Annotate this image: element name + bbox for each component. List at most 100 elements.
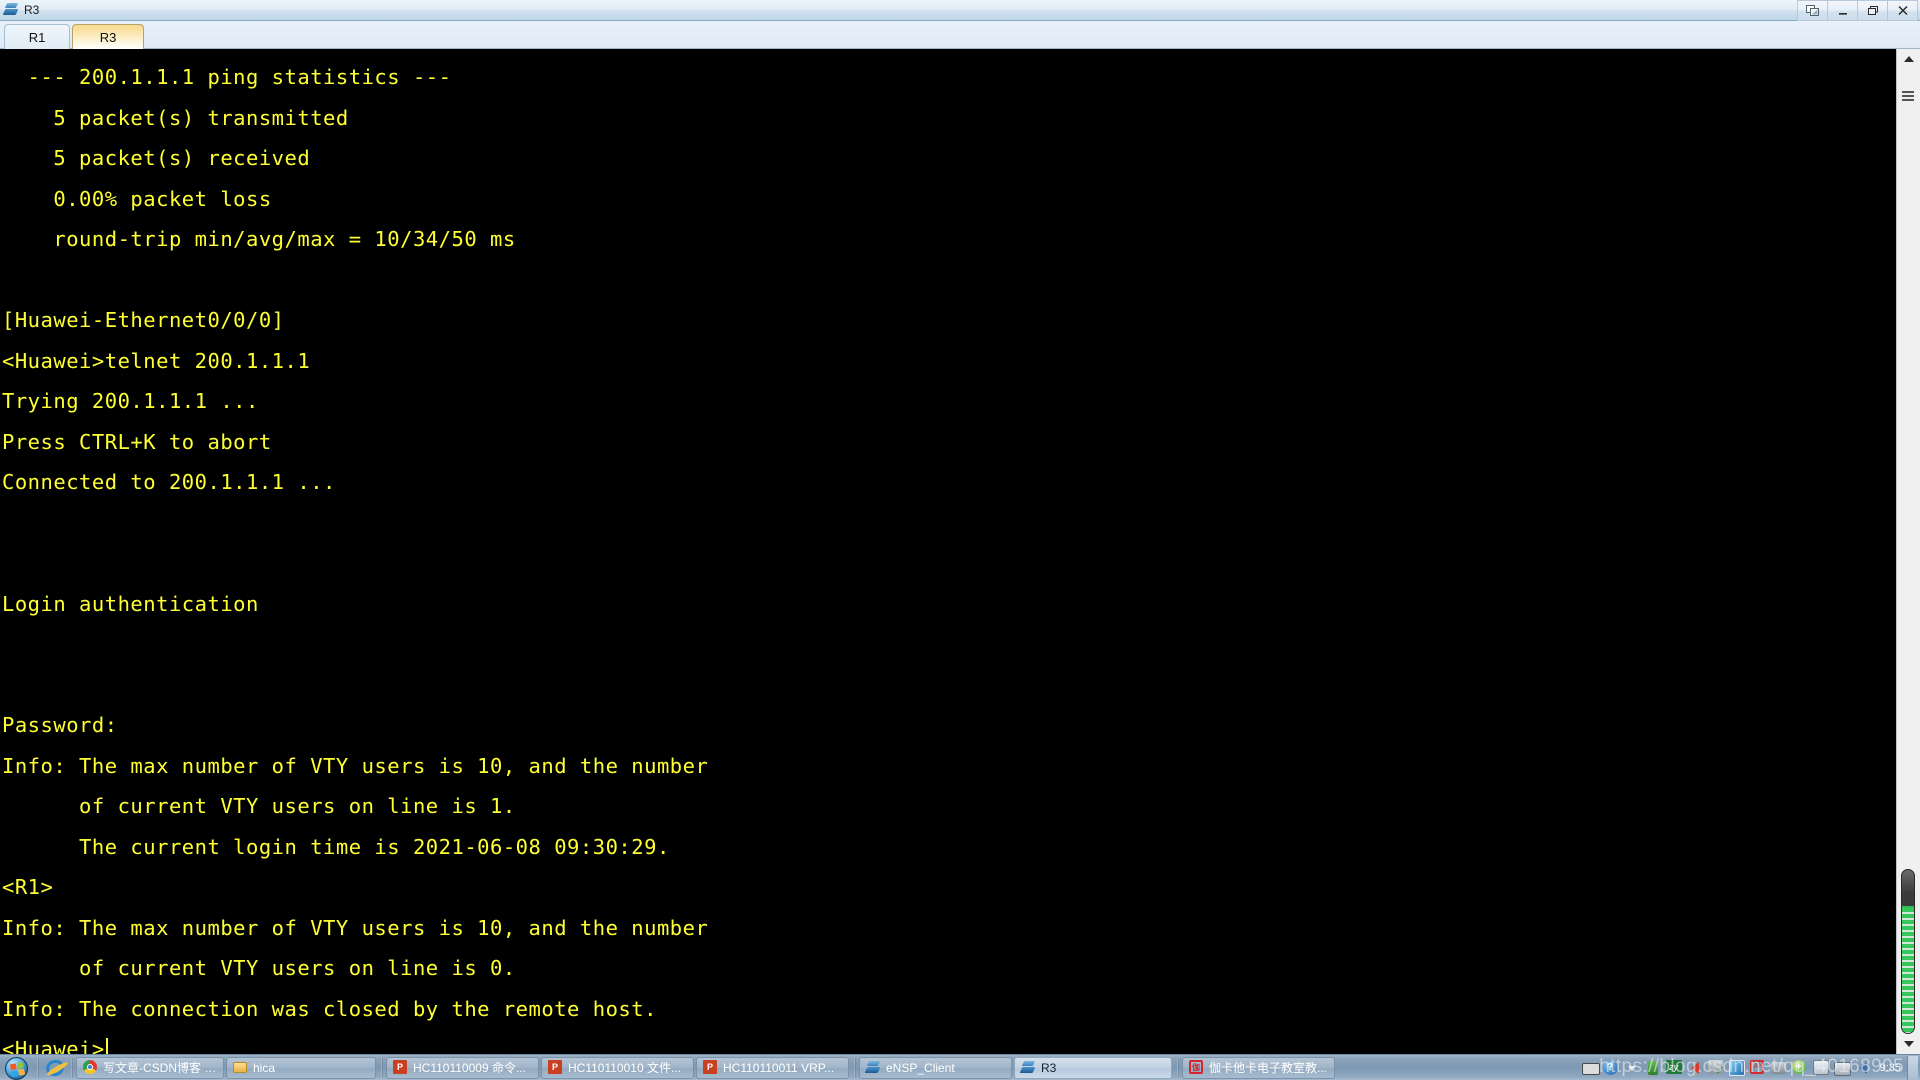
scrollbar-thumb-stripes bbox=[1902, 908, 1914, 1033]
text-cursor bbox=[105, 1038, 108, 1054]
usb-device-icon[interactable] bbox=[1645, 1060, 1662, 1076]
tab-r3-label: R3 bbox=[99, 29, 117, 45]
terminal-line: Info: The max number of VTY users is 10,… bbox=[2, 753, 709, 778]
taskbar-item-ensp-client[interactable]: eNSP_Client bbox=[859, 1056, 1012, 1079]
tab-r1[interactable]: R1 bbox=[4, 24, 70, 49]
window-title: R3 bbox=[24, 3, 40, 17]
tab-strip: R1 R3 bbox=[0, 21, 1920, 49]
taskbar-separator bbox=[37, 1057, 39, 1078]
vertical-scrollbar[interactable] bbox=[1896, 49, 1920, 1054]
terminal-line: The current login time is 2021-06-08 09:… bbox=[2, 834, 670, 859]
taskbar-item-ppt-10[interactable]: P HC110110010 文件... bbox=[541, 1056, 694, 1079]
powerpoint-icon: P bbox=[548, 1060, 563, 1075]
close-icon bbox=[1897, 5, 1908, 16]
volume-blue-icon[interactable] bbox=[1855, 1060, 1872, 1076]
scroll-up-arrow-icon bbox=[1903, 56, 1914, 62]
terminal-line: 0.00% packet loss bbox=[2, 186, 272, 211]
terminal-line: Connected to 200.1.1.1 ... bbox=[2, 470, 336, 494]
help-icon[interactable]: ? bbox=[1602, 1059, 1620, 1076]
minimize-icon bbox=[1838, 12, 1847, 15]
tab-r1-label: R1 bbox=[28, 29, 46, 45]
taskbar-item-label: 写文章-CSDN博客 -... bbox=[103, 1061, 217, 1075]
terminal-line: <Huawei>telnet 200.1.1.1 bbox=[2, 348, 311, 373]
terminal-line: Info: The max number of VTY users is 10,… bbox=[2, 915, 709, 940]
app-root: R3 R1 R3 --- 200.1.1.1 ping statistics -… bbox=[0, 0, 1920, 1080]
taskbar-item-jiakataka[interactable]: 伽 伽卡他卡电子教室教... bbox=[1182, 1056, 1335, 1079]
volume-red-icon[interactable] bbox=[1687, 1060, 1704, 1076]
scroll-down-arrow-icon bbox=[1903, 1041, 1914, 1047]
taskbar-item-label: R3 bbox=[1041, 1060, 1057, 1075]
terminal-prompt: <Huawei> bbox=[2, 1037, 105, 1054]
taskbar-item-label: 伽卡他卡电子教室教... bbox=[1209, 1061, 1328, 1075]
cascade-windows-button[interactable] bbox=[1797, 0, 1828, 21]
tab-r3[interactable]: R3 bbox=[72, 24, 144, 49]
system-tray: ? zy LAN 9:35 bbox=[1580, 1055, 1920, 1080]
network-connection-icon[interactable] bbox=[1770, 1060, 1788, 1076]
terminal-output[interactable]: --- 200.1.1.1 ping statistics --- 5 pack… bbox=[0, 49, 1896, 1054]
ensp-device-icon bbox=[864, 1060, 881, 1075]
taskbar-item-label: HC110110010 文件... bbox=[568, 1061, 681, 1075]
taskbar-separator bbox=[381, 1057, 383, 1078]
taskbar-item-label: HC110110011 VRP... bbox=[723, 1060, 835, 1075]
terminal-line: Login authentication bbox=[2, 591, 259, 616]
taskbar-item-chrome[interactable]: 写文章-CSDN博客 -... bbox=[76, 1056, 224, 1079]
taskbar-item-r3[interactable]: R3 bbox=[1014, 1056, 1172, 1079]
clock[interactable]: 9:35 bbox=[1880, 1062, 1901, 1074]
window-titlebar: R3 bbox=[0, 0, 1920, 21]
terminal-prompt-line: <Huawei> bbox=[0, 1029, 1896, 1054]
show-desktop-button[interactable] bbox=[1907, 1055, 1918, 1080]
ensp-device-icon bbox=[1019, 1060, 1036, 1075]
zy-input-method-icon[interactable]: zy bbox=[1665, 1059, 1683, 1076]
show-hidden-icons-chevron-icon[interactable] bbox=[1624, 1060, 1641, 1076]
restore-button[interactable] bbox=[1858, 0, 1888, 21]
network-ok-icon[interactable] bbox=[1707, 1059, 1725, 1077]
scrollbar-track[interactable] bbox=[1897, 69, 1920, 1034]
taskbar-item-ppt-11[interactable]: P HC110110011 VRP... bbox=[696, 1056, 849, 1079]
lan-red-icon[interactable]: LAN bbox=[1749, 1059, 1767, 1076]
scrollbar-thumb[interactable] bbox=[1901, 869, 1915, 1034]
windows-orb-icon bbox=[5, 1056, 28, 1080]
quicklaunch-ie-button[interactable] bbox=[42, 1056, 68, 1080]
scroll-up-button[interactable] bbox=[1897, 49, 1920, 69]
terminal-line: --- 200.1.1.1 ping statistics --- bbox=[2, 65, 452, 89]
jiakataka-icon: 伽 bbox=[1189, 1060, 1204, 1075]
taskbar-item-label: eNSP_Client bbox=[886, 1060, 955, 1075]
green-plus-icon[interactable] bbox=[1791, 1059, 1809, 1076]
powerpoint-icon: P bbox=[703, 1060, 718, 1075]
terminal-line: [Huawei-Ethernet0/0/0] bbox=[2, 308, 285, 332]
blue-app-icon[interactable] bbox=[1728, 1059, 1746, 1076]
terminal-line: of current VTY users on line is 1. bbox=[2, 794, 516, 818]
terminal-line: <R1> bbox=[2, 875, 54, 899]
window-controls bbox=[1797, 0, 1918, 21]
keyboard-icon[interactable] bbox=[1581, 1060, 1600, 1076]
monitor-icon[interactable] bbox=[1833, 1060, 1851, 1076]
minimize-button[interactable] bbox=[1828, 0, 1858, 21]
windows-flag-icon bbox=[9, 1061, 26, 1077]
terminal-line: Trying 200.1.1.1 ... bbox=[2, 389, 259, 413]
scroll-down-button[interactable] bbox=[1897, 1034, 1920, 1054]
terminal-line: 5 packet(s) received bbox=[2, 146, 311, 170]
scrollbar-grip-icon bbox=[1902, 91, 1914, 103]
taskbar-item-label: hica bbox=[253, 1060, 276, 1075]
folder-icon bbox=[233, 1060, 248, 1075]
powerpoint-icon: P bbox=[393, 1060, 408, 1075]
start-button[interactable] bbox=[2, 1056, 32, 1080]
taskbar-item-ppt-09[interactable]: P HC110110009 命令... bbox=[386, 1056, 539, 1079]
ensp-device-icon bbox=[2, 2, 20, 18]
taskbar-item-hica[interactable]: hica bbox=[226, 1056, 376, 1079]
terminal-line: of current VTY users on line is 0. bbox=[2, 956, 516, 980]
terminal-line: 5 packet(s) transmitted bbox=[2, 105, 349, 130]
restore-icon bbox=[1867, 6, 1878, 15]
terminal-line: round-trip min/avg/max = 10/34/50 ms bbox=[2, 227, 516, 251]
close-button[interactable] bbox=[1888, 0, 1918, 21]
windows-app-icon[interactable] bbox=[1812, 1059, 1830, 1076]
cascade-icon bbox=[1805, 4, 1819, 16]
terminal-line: Info: The connection was closed by the r… bbox=[2, 996, 657, 1021]
taskbar-separator bbox=[1177, 1057, 1179, 1078]
windows-taskbar: 写文章-CSDN博客 -... hica P HC110110009 命令...… bbox=[0, 1054, 1920, 1080]
